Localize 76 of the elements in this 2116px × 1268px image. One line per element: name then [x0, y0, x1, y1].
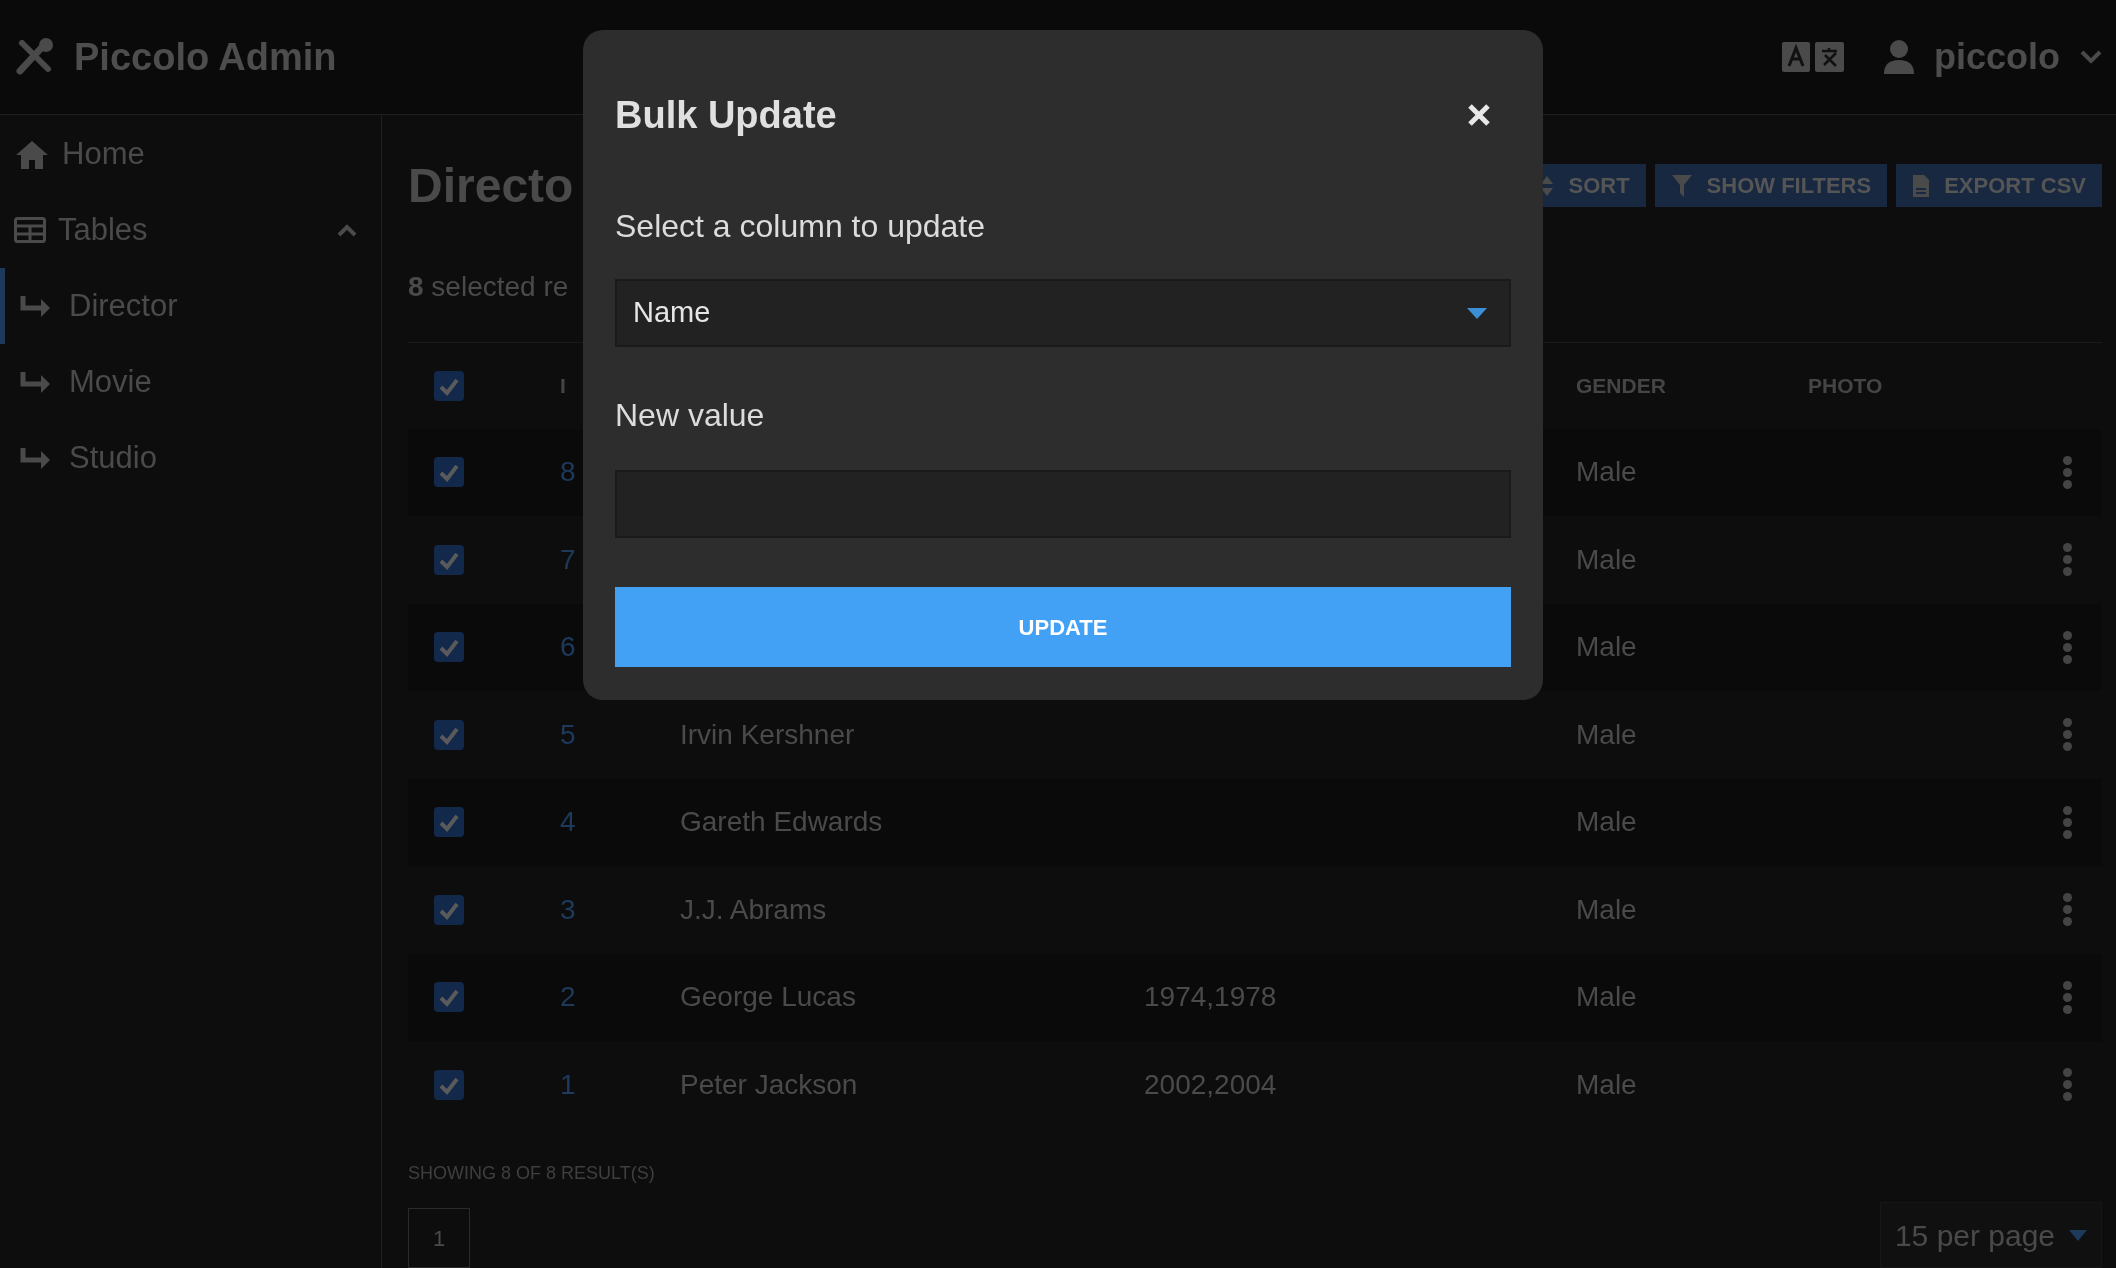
column-header[interactable]: I	[560, 373, 566, 397]
table-cell: Male	[1576, 893, 1637, 925]
csv-file-icon	[1912, 173, 1931, 198]
page-button[interactable]: 1	[408, 1208, 470, 1268]
more-icon[interactable]	[2063, 893, 2072, 927]
sidebar-subitem[interactable]: Movie	[0, 344, 381, 420]
id-link[interactable]: 3	[560, 893, 576, 925]
caret-down-icon	[1467, 307, 1487, 319]
table-cell: Peter Jackson	[680, 1068, 858, 1100]
translate-icon[interactable]	[1781, 42, 1844, 72]
home-icon	[14, 139, 50, 169]
more-icon[interactable]	[2063, 980, 2072, 1014]
close-icon[interactable]	[1467, 103, 1491, 127]
table-cell: Male	[1576, 981, 1637, 1013]
dialog-title: Bulk Update	[615, 92, 837, 138]
arrow-right-icon	[19, 370, 53, 394]
id-link[interactable]: 8	[560, 456, 576, 488]
filter-icon	[1670, 173, 1693, 198]
table-cell: Male	[1576, 806, 1637, 838]
sidebar-subitem[interactable]: Studio	[0, 420, 381, 496]
field-label: New value	[615, 396, 766, 435]
table-icon	[14, 217, 46, 243]
toolbar-button[interactable]: EXPORT CSV	[1896, 164, 2102, 207]
caret-down-icon	[2069, 1229, 2088, 1241]
checkbox[interactable]	[434, 982, 464, 1013]
per-page-select[interactable]: 15 per page	[1880, 1202, 2102, 1268]
app-title: Piccolo Admin	[74, 34, 337, 80]
id-link[interactable]: 7	[560, 543, 576, 575]
sort-icon	[1540, 174, 1555, 197]
checkbox[interactable]	[434, 370, 464, 401]
chevron-down-icon	[2080, 50, 2102, 64]
checkbox[interactable]	[434, 894, 464, 925]
more-icon[interactable]	[2063, 1068, 2072, 1102]
update-button[interactable]: UPDATE	[615, 587, 1511, 667]
table-cell: 1974,1978	[1144, 981, 1277, 1013]
column-header[interactable]: PHOTO	[1808, 373, 1883, 397]
table-cell: J.J. Abrams	[680, 893, 827, 925]
column-select[interactable]: Name	[615, 279, 1511, 347]
id-link[interactable]: 2	[560, 981, 576, 1013]
checkbox[interactable]	[434, 807, 464, 838]
id-link[interactable]: 5	[560, 718, 576, 750]
field-label: Select a column to update	[615, 207, 986, 246]
table-cell: Male	[1576, 718, 1637, 750]
sidebar-subitem[interactable]: Director	[0, 268, 381, 344]
id-link[interactable]: 4	[560, 806, 576, 838]
table-cell: Male	[1576, 1068, 1637, 1100]
arrow-right-icon	[19, 294, 53, 318]
checkbox[interactable]	[434, 1069, 464, 1100]
user-menu[interactable]: piccolo	[1883, 30, 2102, 84]
page-title: Directo	[408, 157, 574, 214]
sidebar-item[interactable]: Tables	[0, 192, 381, 268]
more-icon[interactable]	[2063, 630, 2072, 664]
table-cell: Gareth Edwards	[680, 806, 883, 838]
id-link[interactable]: 1	[560, 1068, 576, 1100]
column-header[interactable]: GENDER	[1576, 373, 1666, 397]
tools-icon	[14, 37, 54, 77]
more-icon[interactable]	[2063, 543, 2072, 577]
more-icon[interactable]	[2063, 455, 2072, 489]
toolbar-button[interactable]: SHOW FILTERS	[1654, 164, 1888, 207]
checkbox[interactable]	[434, 457, 464, 488]
checkbox[interactable]	[434, 632, 464, 663]
table-cell: Male	[1576, 543, 1637, 575]
more-icon[interactable]	[2063, 718, 2072, 752]
table-cell: Male	[1576, 631, 1637, 663]
more-icon[interactable]	[2063, 805, 2072, 839]
sidebar-item[interactable]: Home	[0, 116, 381, 192]
selection-count: 8 selected re	[408, 271, 569, 303]
table-cell: 2002,2004	[1144, 1068, 1277, 1100]
table-cell: Male	[1576, 456, 1637, 488]
user-icon	[1883, 40, 1914, 74]
table-cell: George Lucas	[680, 981, 856, 1013]
table-cell: Irvin Kershner	[680, 718, 855, 750]
id-link[interactable]: 6	[560, 631, 576, 663]
arrow-right-icon	[19, 446, 53, 470]
checkbox[interactable]	[434, 544, 464, 575]
checkbox[interactable]	[434, 719, 464, 750]
